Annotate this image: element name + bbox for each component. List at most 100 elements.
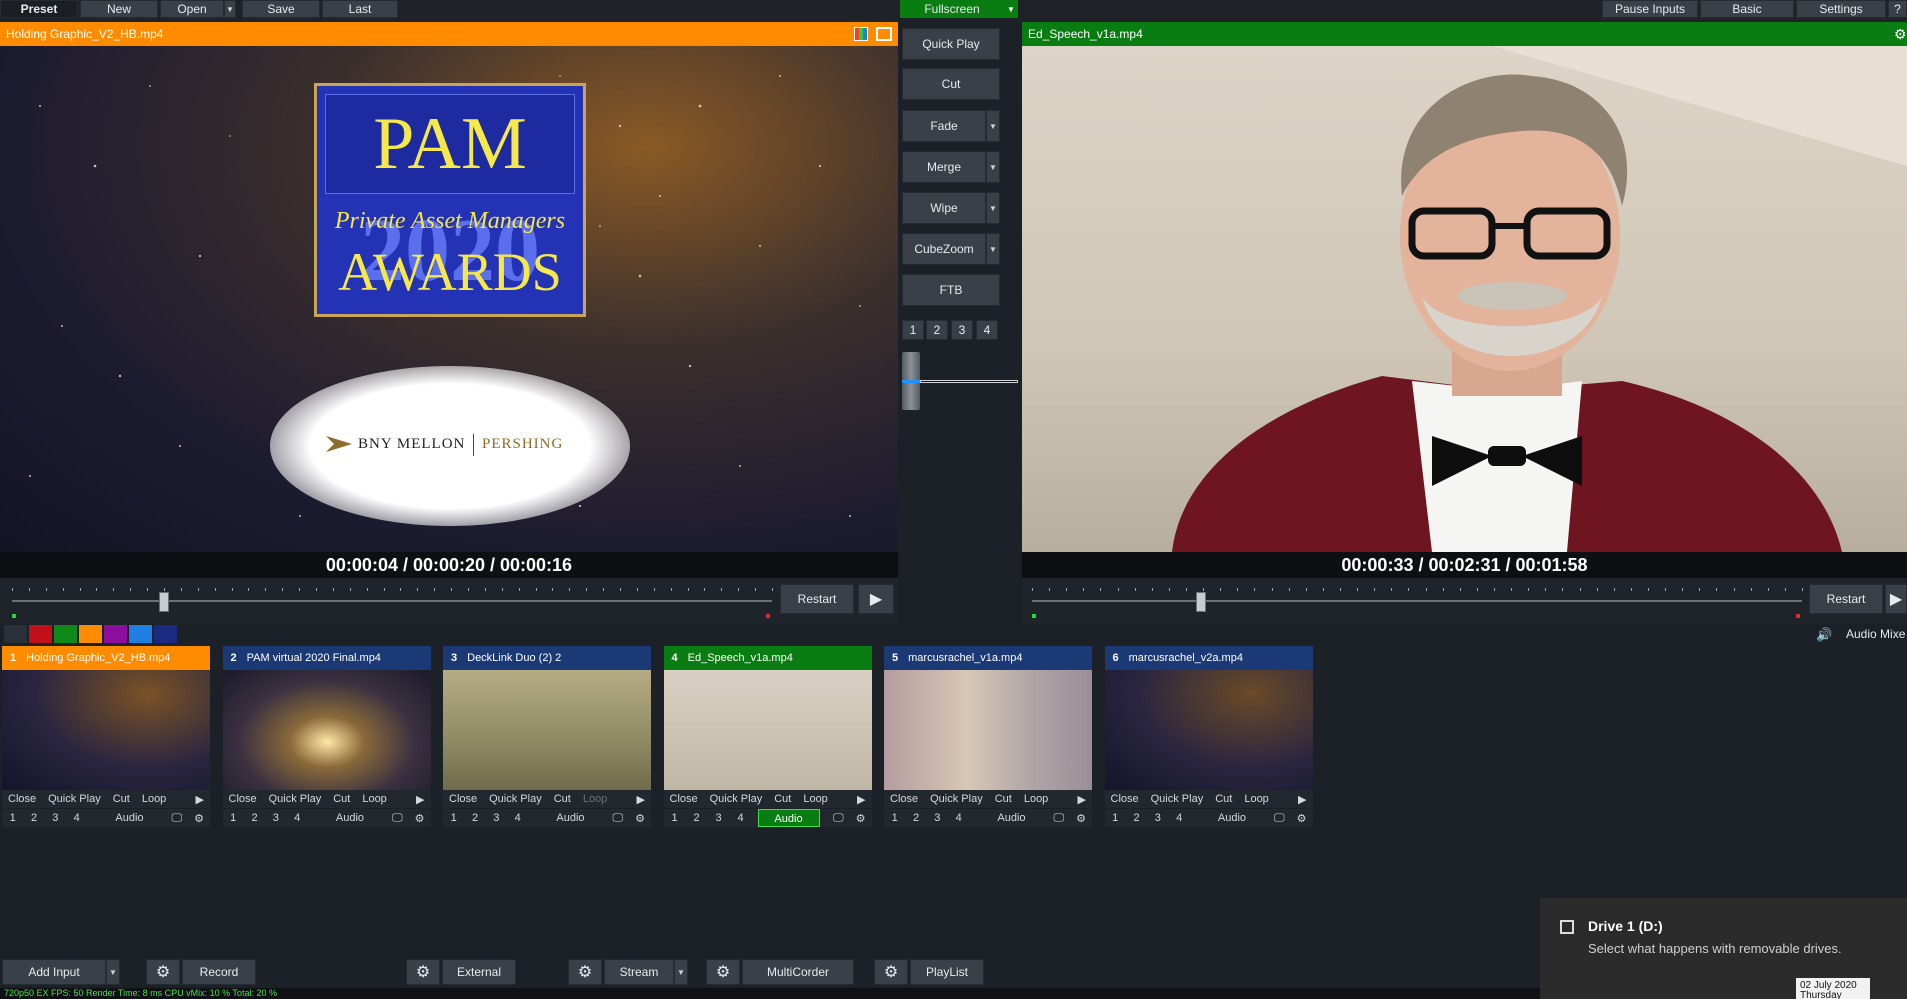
input-overlay-2-button[interactable]: 2 — [244, 812, 265, 824]
input-quick-play-button[interactable]: Quick Play — [924, 793, 989, 805]
stream-dropdown-arrow[interactable]: ▼ — [674, 959, 688, 985]
input-loop-button[interactable]: Loop — [1018, 793, 1054, 805]
overlay-4-button[interactable]: 4 — [976, 320, 998, 340]
input-thumbnail[interactable] — [884, 670, 1092, 790]
colour-swatch-5[interactable] — [104, 625, 127, 643]
colour-swatch-3[interactable] — [54, 625, 77, 643]
input-gear-icon[interactable]: ⚙ — [409, 812, 431, 825]
input-cut-button[interactable]: Cut — [768, 793, 797, 805]
input-quick-play-button[interactable]: Quick Play — [704, 793, 769, 805]
colour-swatch-2[interactable] — [29, 625, 52, 643]
input-overlay-4-button[interactable]: 4 — [507, 812, 528, 824]
input-overlay-1-button[interactable]: 1 — [664, 812, 686, 824]
input-overlay-1-button[interactable]: 1 — [223, 812, 244, 824]
speaker-icon[interactable]: 🔊 — [1816, 627, 1832, 643]
audio-mixer-label[interactable]: Audio Mixe — [1846, 627, 1905, 641]
fullscreen-dropdown-arrow[interactable]: ▼ — [1004, 0, 1018, 18]
play-icon[interactable]: ▶ — [1292, 793, 1312, 806]
colour-swatch-1[interactable] — [4, 625, 27, 643]
input-tile-5[interactable]: 5 marcusrachel_v1a.mp4 Close Quick Play Cut L… — [884, 646, 1092, 828]
input-loop-button[interactable]: Loop — [356, 793, 392, 805]
colour-swatch-7[interactable] — [154, 625, 177, 643]
input-overlay-3-button[interactable]: 3 — [927, 812, 948, 824]
play-icon[interactable]: ▶ — [410, 793, 430, 806]
colour-correction-icon[interactable] — [854, 27, 868, 41]
playlist-gear-icon[interactable]: ⚙ — [874, 959, 908, 985]
input-tile-4[interactable]: 4 Ed_Speech_v1a.mp4 Close Quick Play Cut Loop… — [663, 646, 872, 828]
input-gear-icon[interactable]: ⚙ — [629, 812, 651, 825]
stream-gear-icon[interactable]: ⚙ — [568, 959, 602, 985]
input-tile-1[interactable]: 1 Holding Graphic_V2_HB.mp4 Close Quick Pla… — [2, 646, 210, 828]
monitor-icon[interactable]: 🖵 — [607, 812, 630, 825]
last-button[interactable]: Last — [322, 0, 398, 18]
open-button[interactable]: Open — [160, 0, 224, 18]
colour-swatch-6[interactable] — [129, 625, 152, 643]
input-overlay-1-button[interactable]: 1 — [884, 812, 905, 824]
input-overlay-2-button[interactable]: 2 — [686, 812, 708, 824]
new-button[interactable]: New — [80, 0, 158, 18]
preview-restart-button[interactable]: Restart — [780, 584, 854, 614]
input-overlay-3-button[interactable]: 3 — [708, 812, 730, 824]
input-close-button[interactable]: Close — [664, 793, 704, 805]
input-cut-button[interactable]: Cut — [989, 793, 1018, 805]
input-close-button[interactable]: Close — [2, 793, 42, 805]
input-cut-button[interactable]: Cut — [548, 793, 577, 805]
input-overlay-2-button[interactable]: 2 — [23, 812, 44, 824]
input-tile-header[interactable]: 3 DeckLink Duo (2) 2 — [443, 646, 651, 670]
input-thumbnail[interactable] — [663, 670, 872, 790]
input-close-button[interactable]: Close — [223, 793, 263, 805]
input-overlay-2-button[interactable]: 2 — [905, 812, 926, 824]
input-loop-button[interactable]: Loop — [797, 793, 833, 805]
record-gear-icon[interactable]: ⚙ — [146, 959, 180, 985]
basic-button[interactable]: Basic — [1700, 0, 1794, 18]
external-button[interactable]: External — [442, 959, 516, 985]
merge-dropdown-arrow[interactable]: ▼ — [986, 151, 1000, 183]
input-overlay-4-button[interactable]: 4 — [287, 812, 308, 824]
monitor-icon[interactable]: 🖵 — [827, 812, 850, 825]
input-tile-header[interactable]: 6 marcusrachel_v2a.mp4 — [1104, 646, 1313, 670]
input-audio-button[interactable]: Audio — [1196, 812, 1268, 824]
input-close-button[interactable]: Close — [1105, 793, 1145, 805]
settings-button[interactable]: Settings — [1796, 0, 1886, 18]
input-overlay-4-button[interactable]: 4 — [66, 812, 87, 824]
input-loop-button[interactable]: Loop — [1238, 793, 1274, 805]
input-overlay-1-button[interactable]: 1 — [2, 812, 23, 824]
wipe-transition-button[interactable]: Wipe — [902, 192, 986, 224]
monitor-icon[interactable]: 🖵 — [1048, 812, 1071, 825]
input-overlay-1-button[interactable]: 1 — [443, 812, 464, 824]
input-quick-play-button[interactable]: Quick Play — [42, 793, 107, 805]
input-tile-header[interactable]: 4 Ed_Speech_v1a.mp4 — [663, 646, 872, 670]
drive-notification[interactable]: Drive 1 (D:) Select what happens with re… — [1540, 898, 1907, 999]
overlay-2-button[interactable]: 2 — [926, 320, 948, 340]
merge-transition-button[interactable]: Merge — [902, 151, 986, 183]
monitor-icon[interactable]: 🖵 — [166, 812, 189, 825]
input-audio-button[interactable]: Audio — [534, 812, 606, 824]
input-close-button[interactable]: Close — [884, 793, 924, 805]
monitor-icon[interactable]: 🖵 — [386, 812, 409, 825]
output-play-button[interactable]: ▶ — [1885, 584, 1907, 614]
output-gear-icon[interactable]: ⚙ — [1894, 26, 1907, 43]
play-icon[interactable]: ▶ — [190, 793, 210, 806]
multicorder-gear-icon[interactable]: ⚙ — [706, 959, 740, 985]
input-overlay-1-button[interactable]: 1 — [1105, 812, 1126, 824]
quick-play-transition-button[interactable]: Quick Play — [902, 28, 1000, 60]
input-overlay-4-button[interactable]: 4 — [1169, 812, 1190, 824]
input-loop-button[interactable]: Loop — [577, 793, 613, 805]
input-quick-play-button[interactable]: Quick Play — [483, 793, 548, 805]
ftb-button[interactable]: FTB — [902, 274, 1000, 306]
input-close-button[interactable]: Close — [443, 793, 483, 805]
input-audio-button[interactable]: Audio — [757, 809, 820, 827]
preview-seek-thumb[interactable] — [159, 592, 169, 612]
add-input-button[interactable]: Add Input — [2, 959, 106, 985]
input-overlay-4-button[interactable]: 4 — [948, 812, 969, 824]
open-dropdown-arrow[interactable]: ▼ — [224, 0, 236, 18]
input-overlay-3-button[interactable]: 3 — [265, 812, 286, 824]
t-bar-track[interactable] — [920, 380, 1018, 383]
input-cut-button[interactable]: Cut — [327, 793, 356, 805]
preview-play-button[interactable]: ▶ — [858, 584, 894, 614]
input-overlay-3-button[interactable]: 3 — [1147, 812, 1168, 824]
fade-dropdown-arrow[interactable]: ▼ — [986, 110, 1000, 142]
stream-button[interactable]: Stream — [604, 959, 674, 985]
input-overlay-2-button[interactable]: 2 — [1126, 812, 1147, 824]
input-tile-header[interactable]: 1 Holding Graphic_V2_HB.mp4 — [2, 646, 210, 670]
